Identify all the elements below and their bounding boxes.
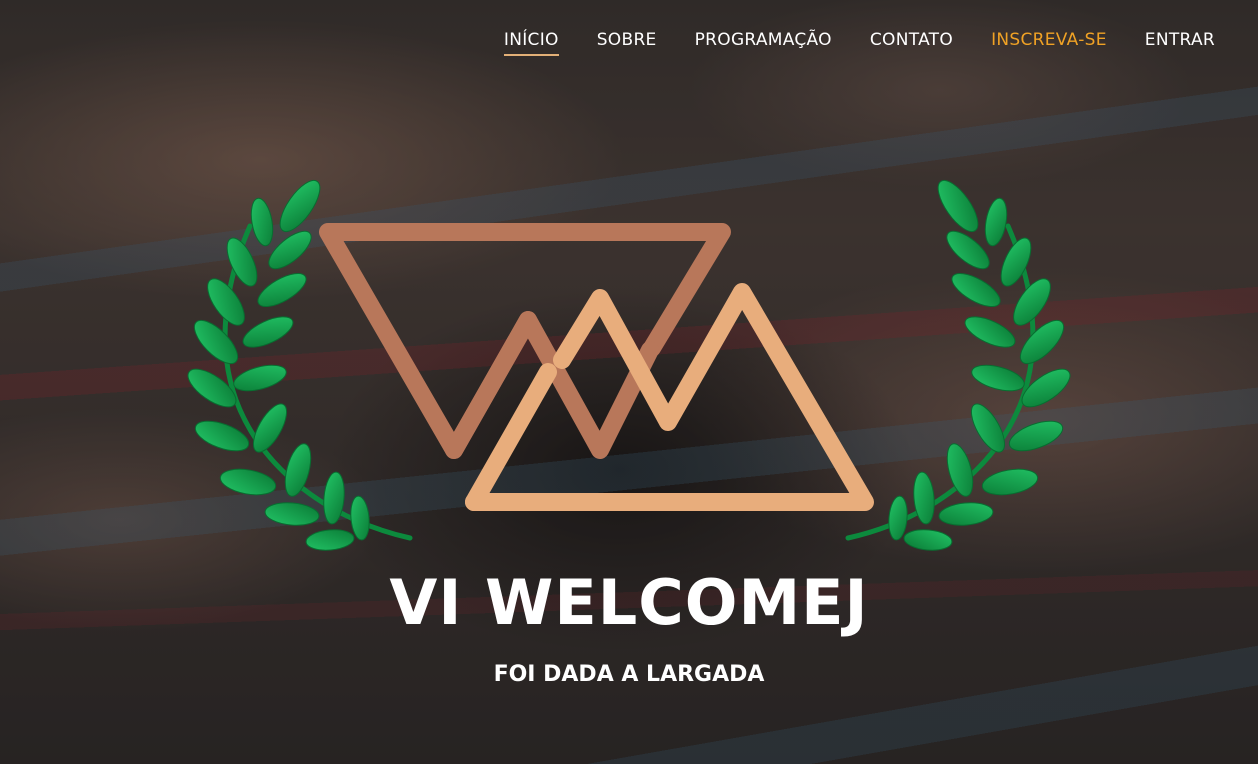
nav-link-contato[interactable]: CONTATO — [870, 30, 953, 56]
nav-link-sobre[interactable]: SOBRE — [597, 30, 657, 56]
hero-section: INÍCIO SOBRE PROGRAMAÇÃO CONTATO INSCREV… — [0, 0, 1258, 764]
nav-link-inscreva-se[interactable]: INSCREVA-SE — [991, 30, 1107, 56]
nav-link-entrar[interactable]: ENTRAR — [1145, 30, 1215, 56]
event-subtitle: FOI DADA A LARGADA — [493, 662, 765, 687]
background-overlay — [0, 0, 1258, 764]
event-title: VI WELCOMEJ — [389, 566, 869, 639]
nav-link-inicio[interactable]: INÍCIO — [503, 30, 559, 56]
main-nav: INÍCIO SOBRE PROGRAMAÇÃO CONTATO INSCREV… — [466, 0, 1258, 86]
nav-link-programacao[interactable]: PROGRAMAÇÃO — [695, 30, 832, 56]
